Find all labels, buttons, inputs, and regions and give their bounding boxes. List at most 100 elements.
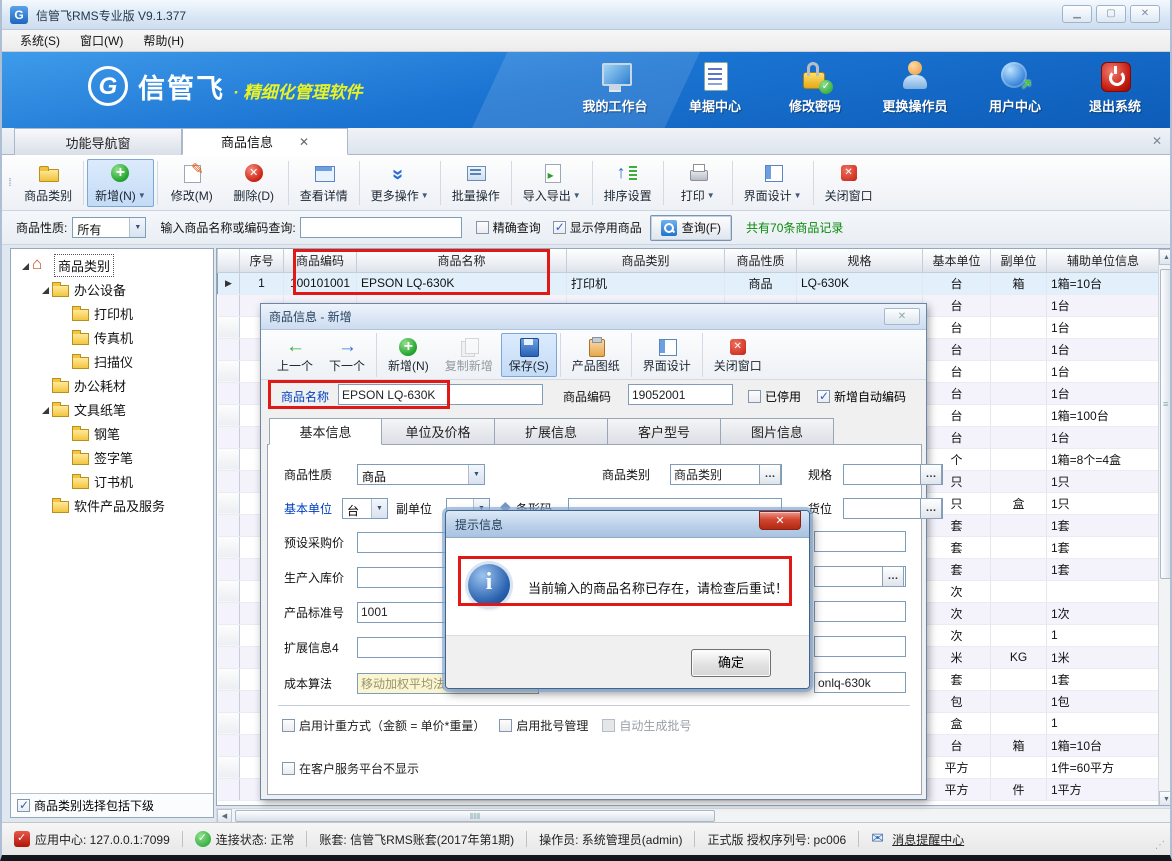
scroll-left-icon[interactable]: ◀ [217,809,232,823]
table-row[interactable]: ▶1100101001EPSON LQ-630K打印机商品LQ-630K台箱1箱… [218,272,1160,294]
checkbox-icon[interactable] [817,390,830,403]
product-code-input[interactable] [628,384,733,405]
scroll-down-icon[interactable]: ▼ [1159,791,1172,806]
toolbar-button[interactable]: 排序设置 [596,159,660,207]
chevron-down-icon[interactable]: ▼ [468,465,484,484]
checkbox-icon[interactable] [17,799,30,812]
alert-close-button[interactable]: ✕ [759,511,801,530]
nature-filter-select[interactable]: 所有 ▼ [72,217,146,238]
tree-item[interactable]: 软件产品及服务 [11,493,213,517]
checkbox-icon[interactable] [553,221,566,234]
tree-item[interactable]: 办公耗材 [11,373,213,397]
resize-grip[interactable]: ⋰ [1155,840,1166,851]
tree-item[interactable]: 商品类别 [11,253,213,277]
toolbar-button[interactable]: 保存(S) [501,333,557,377]
minimize-button[interactable]: ▁ [1062,5,1092,23]
batch-mgmt-checkbox[interactable]: 启用批号管理 [499,717,588,734]
chevron-down-icon[interactable]: ▼ [129,218,145,237]
menu-item[interactable]: 系统(S) [10,30,70,51]
checkbox-icon[interactable] [282,762,295,775]
dialog-tab[interactable]: 图片信息 [721,418,834,445]
dialog-tab[interactable]: 扩展信息 [495,418,608,445]
vertical-scrollbar[interactable]: ▲ ▼ [1158,249,1172,806]
checkbox-icon[interactable] [748,390,761,403]
right-input-row7[interactable] [814,672,906,693]
tree-expand-icon[interactable] [19,258,31,273]
nature-select[interactable]: 商品▼ [357,464,485,485]
checkbox-icon[interactable] [499,719,512,732]
toolbar-button[interactable]: 打印▼ [667,159,729,207]
scrollbar-thumb[interactable]: ⦀⦀⦀ [235,810,715,822]
column-header[interactable]: 辅助单位信息 [1047,249,1160,272]
chevron-down-icon[interactable]: ▼ [707,191,715,200]
scroll-up-icon[interactable]: ▲ [1159,249,1172,265]
dialog-close-button[interactable]: ✕ [884,308,920,325]
product-name-input[interactable] [338,384,543,405]
exact-query-checkbox[interactable]: 精确查询 [476,219,541,236]
menu-item[interactable]: 帮助(H) [133,30,194,51]
tabbar-close-icon[interactable]: ✕ [1152,134,1162,148]
toolbar-button[interactable]: 修改(M) [161,159,223,207]
tab-product-info[interactable]: 商品信息 ✕ [182,128,348,155]
tab-close-icon[interactable]: ✕ [299,135,309,149]
tree-item[interactable]: 钢笔 [11,421,213,445]
toolbar-button[interactable]: 更多操作▼ [363,159,437,207]
chevron-down-icon[interactable]: ▼ [573,191,581,200]
tree-item[interactable]: 传真机 [11,325,213,349]
toolbar-button[interactable]: 商品类别 [16,159,80,207]
banner-tool[interactable]: 退出系统 [1078,60,1152,115]
location-picker-button[interactable]: … [920,498,942,519]
maximize-button[interactable]: ▢ [1096,5,1126,23]
tree-expand-icon[interactable] [39,402,51,417]
query-button[interactable]: 查询(F) [650,215,732,241]
right-input-row6[interactable] [814,636,906,657]
chevron-down-icon[interactable]: ▼ [371,499,387,518]
banner-tool[interactable]: 更换操作员 [878,60,952,115]
ok-button[interactable]: 确定 [691,649,771,677]
message-center-link[interactable]: 消息提醒中心 [859,831,976,848]
column-header[interactable]: 副单位 [991,249,1047,272]
close-button[interactable]: ✕ [1130,5,1160,23]
column-header[interactable]: 商品名称 [357,249,567,272]
chevron-down-icon[interactable]: ▼ [421,191,429,200]
toolbar-button[interactable]: 查看详情 [292,159,356,207]
tree-expand-icon[interactable] [39,282,51,297]
banner-tool[interactable]: 用户中心 [978,60,1052,115]
column-header[interactable]: 商品编码 [284,249,357,272]
column-header[interactable]: 基本单位 [923,249,991,272]
right-input-row3[interactable] [814,531,906,552]
column-header[interactable]: 商品性质 [725,249,797,272]
tree-item[interactable]: 签字笔 [11,445,213,469]
base-unit-select[interactable]: 台▼ [342,498,388,519]
toolbar-button[interactable]: 关闭窗口 [706,333,770,377]
tree-footer[interactable]: 商品类别选择包括下级 [11,793,213,817]
toolbar-button[interactable]: 新增(N)▼ [87,159,154,207]
tree-item[interactable]: 扫描仪 [11,349,213,373]
toolbar-button[interactable]: 新增(N) [380,333,437,377]
dialog-tab[interactable]: 客户型号 [608,418,721,445]
toolbar-button[interactable]: 批量操作 [444,159,508,207]
weight-mode-checkbox[interactable]: 启用计重方式（金额 = 单价*重量） [282,717,485,734]
show-disabled-checkbox[interactable]: 显示停用商品 [553,219,642,236]
column-header[interactable]: 规格 [797,249,923,272]
dialog-tab[interactable]: 基本信息 [269,418,382,445]
dialog-title-bar[interactable]: 商品信息 - 新增 ✕ [261,304,926,330]
scrollbar-thumb[interactable] [1160,269,1172,579]
tree-item[interactable]: 订书机 [11,469,213,493]
banner-tool[interactable]: 修改密码 [778,60,852,115]
dialog-tab[interactable]: 单位及价格 [382,418,495,445]
tree-item[interactable]: 打印机 [11,301,213,325]
tree-item[interactable]: 文具纸笔 [11,397,213,421]
toolbar-button[interactable]: 产品图纸 [564,333,628,377]
toolbar-button[interactable]: 删除(D) [223,159,285,207]
toolbar-button[interactable]: 下一个 [321,333,373,377]
search-input[interactable] [300,217,462,238]
hide-platform-checkbox[interactable]: 在客户服务平台不显示 [282,760,419,777]
column-header[interactable]: 序号 [240,249,284,272]
toolbar-button[interactable]: 关闭窗口 [817,159,881,207]
toolbar-button[interactable]: 界面设计▼ [736,159,810,207]
banner-tool[interactable]: 我的工作台 [578,60,652,115]
category-picker-button[interactable]: … [759,464,781,485]
autocode-checkbox[interactable]: 新增自动编码 [817,388,906,405]
right-input-row5[interactable] [814,601,906,622]
